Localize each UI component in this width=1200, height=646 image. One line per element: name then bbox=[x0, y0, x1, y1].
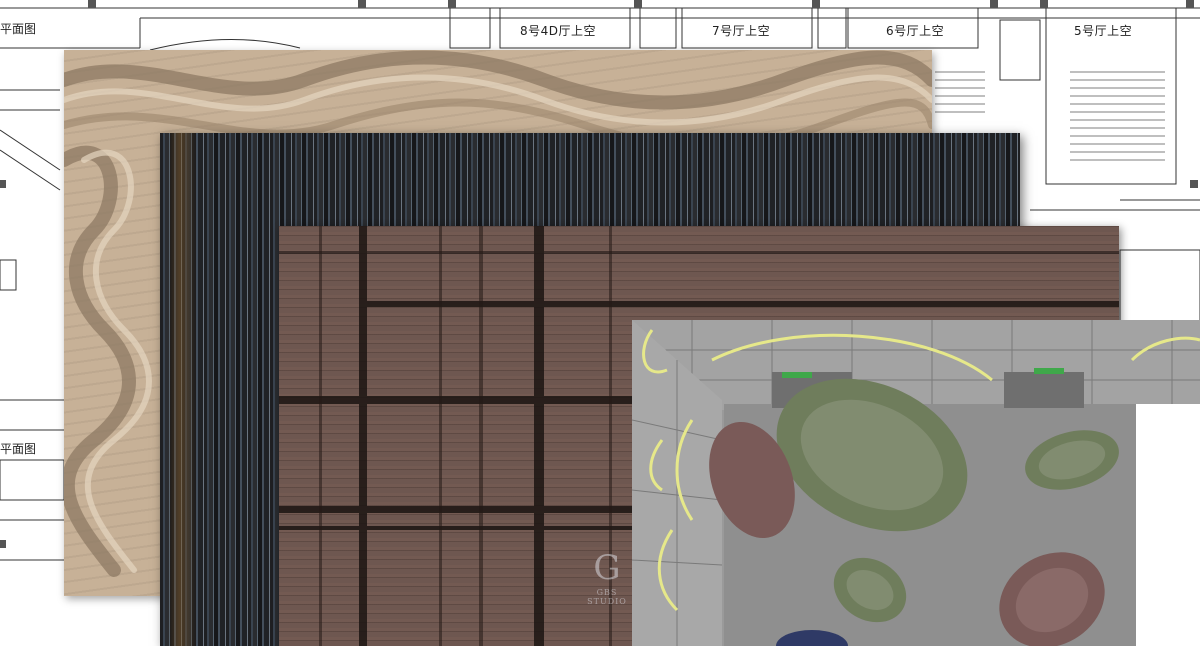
studio-watermark-mark: G bbox=[593, 548, 621, 588]
plan-caption-left: 平面图 bbox=[0, 442, 37, 456]
plan-title: 平面图 bbox=[0, 22, 37, 36]
ceiling-render-drawing bbox=[632, 320, 1200, 646]
ceiling-render bbox=[632, 320, 1200, 646]
studio-watermark: G GBS STUDIO bbox=[578, 548, 636, 618]
hall-label-6: 6号厅上空 bbox=[886, 24, 945, 38]
studio-watermark-text: GBS STUDIO bbox=[587, 588, 627, 606]
hall-label-8: 8号4D厅上空 bbox=[520, 24, 597, 38]
hall-label-5: 5号厅上空 bbox=[1074, 24, 1133, 38]
rust-streak bbox=[168, 133, 196, 646]
hall-label-7: 7号厅上空 bbox=[712, 24, 771, 38]
